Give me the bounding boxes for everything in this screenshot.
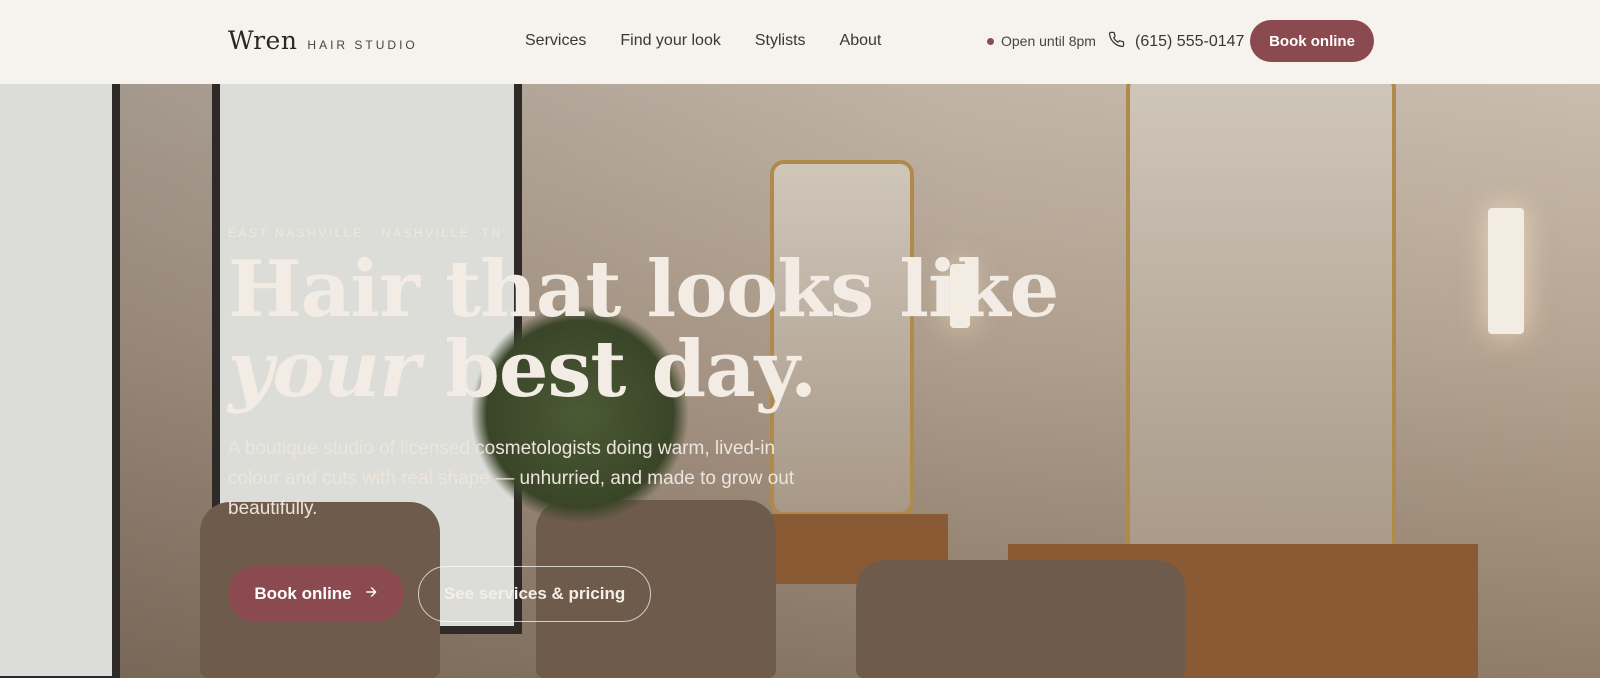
headline-line-1: Hair that looks like (228, 244, 1059, 335)
nav-find-your-look[interactable]: Find your look (620, 32, 721, 50)
see-services-pricing-button[interactable]: See services & pricing (418, 566, 651, 622)
headline-emphasis: your (228, 324, 420, 415)
hero-location: EAST NASHVILLE · NASHVILLE, TN (228, 226, 503, 240)
phone-number: (615) 555-0147 (1135, 33, 1245, 50)
status-dot-icon (987, 37, 994, 45)
wall-sconce-image (1488, 208, 1524, 334)
hero-book-online-button[interactable]: Book online (228, 566, 404, 622)
phone-link[interactable]: (615) 555-0147 (1108, 31, 1244, 53)
nav-about[interactable]: About (840, 32, 882, 50)
mirror-image (1126, 84, 1396, 574)
arrow-right-icon (364, 584, 378, 604)
hero-description: A boutique studio of licensed cosmetolog… (228, 438, 795, 519)
logo-wordmark: Wren (228, 26, 298, 55)
salon-chair-image (856, 560, 1186, 678)
site-header: Wren HAIR STUDIO Services Find your look… (0, 0, 1600, 84)
hero-book-online-label: Book online (254, 584, 352, 603)
hero-headline: Hair that looks like your best day. (228, 244, 1059, 410)
phone-icon (1108, 31, 1125, 53)
nav-services[interactable]: Services (525, 32, 586, 50)
logo[interactable]: Wren HAIR STUDIO (228, 26, 418, 55)
hero: EAST NASHVILLE · NASHVILLE, TN Hair that… (0, 84, 1600, 678)
headline-line-2: your best day. (228, 330, 1058, 410)
door-image (0, 84, 120, 678)
open-status: Open until 8pm (987, 33, 1096, 49)
status-text: Open until 8pm (1001, 33, 1096, 49)
main-nav: Services Find your look Stylists About (525, 32, 881, 50)
headline-rest: best day. (419, 324, 817, 415)
logo-subtitle: HAIR STUDIO (307, 38, 418, 52)
nav-stylists[interactable]: Stylists (755, 32, 806, 50)
header-book-online-button[interactable]: Book online (1250, 20, 1374, 62)
